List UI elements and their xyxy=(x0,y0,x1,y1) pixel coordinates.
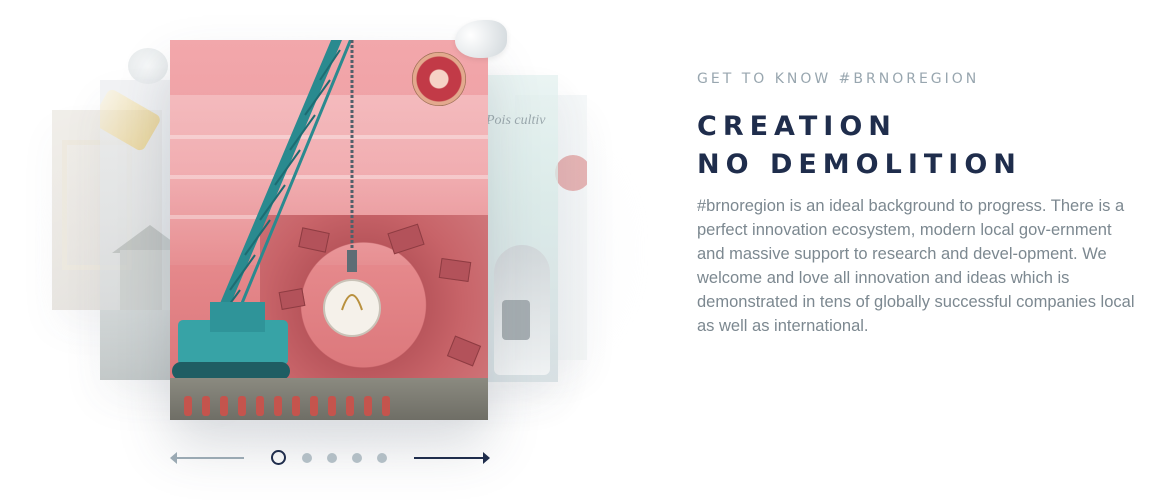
red-ball-illustration xyxy=(555,155,587,191)
section-headline: CREATION NO DEMOLITION xyxy=(697,108,1022,184)
carousel-dot-2[interactable] xyxy=(302,453,312,463)
carousel-prev-button[interactable] xyxy=(170,447,246,469)
wing-illustration xyxy=(128,48,168,84)
headline-line-2: NO DEMOLITION xyxy=(697,149,1022,180)
microscope-lens-illustration xyxy=(502,300,530,340)
carousel-dot-1[interactable] xyxy=(271,450,286,465)
headline-line-1: CREATION xyxy=(697,111,897,142)
balustrade-illustration xyxy=(170,378,488,420)
beer-glass-illustration xyxy=(100,87,162,153)
side-card-caption: Pois cultiv xyxy=(486,113,546,128)
carousel-dot-4[interactable] xyxy=(352,453,362,463)
carousel-next-button[interactable] xyxy=(414,447,490,469)
carousel-controls xyxy=(170,447,490,469)
wing-illustration xyxy=(455,20,507,58)
arrow-right-icon xyxy=(414,457,486,459)
section-description: #brnoregion is an ideal background to pr… xyxy=(697,197,1135,335)
section-eyebrow: GET TO KNOW #BRNOREGION xyxy=(697,71,980,87)
arrow-left-icon xyxy=(172,457,244,459)
carousel-dot-3[interactable] xyxy=(327,453,337,463)
carousel-dot-5[interactable] xyxy=(377,453,387,463)
